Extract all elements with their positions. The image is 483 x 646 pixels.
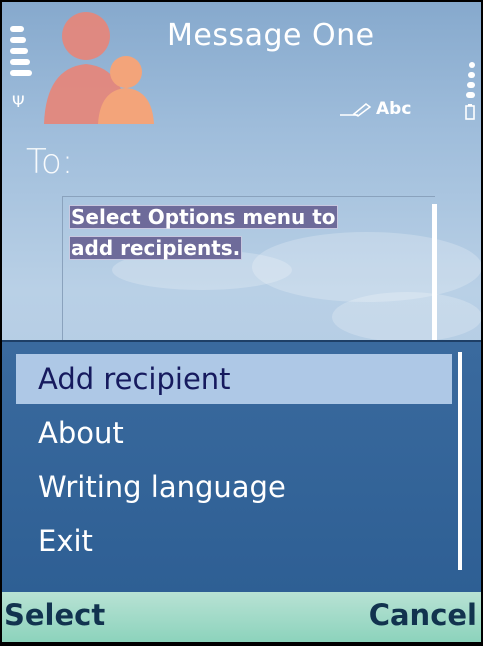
- battery-icon: [465, 62, 475, 122]
- menu-item-exit[interactable]: Exit: [16, 516, 452, 566]
- menu-scrollbar[interactable]: [458, 352, 462, 570]
- recipient-hint: Select Options menu to add recipients.: [69, 202, 338, 264]
- menu-item-label: Writing language: [38, 470, 286, 504]
- softkey-bar: Select Cancel: [2, 592, 481, 642]
- menu-item-add-recipient[interactable]: Add recipient: [16, 354, 452, 404]
- hint-line-2: add recipients.: [69, 236, 243, 260]
- contacts-icon: [44, 12, 154, 124]
- menu-item-label: About: [38, 416, 124, 450]
- select-softkey[interactable]: Select: [4, 598, 105, 632]
- phone-screen: Ψ Message One Abc To: Select Options men…: [2, 2, 481, 642]
- window-title: Message One: [167, 18, 375, 53]
- pen-input-icon: [340, 103, 372, 117]
- hint-line-1: Select Options menu to: [69, 205, 338, 229]
- input-mode-indicator: Abc: [340, 98, 411, 120]
- to-label: To:: [26, 142, 74, 182]
- menu-item-writing-language[interactable]: Writing language: [16, 462, 452, 512]
- menu-item-label: Exit: [38, 524, 93, 558]
- menu-item-about[interactable]: About: [16, 408, 452, 458]
- menu-item-label: Add recipient: [38, 362, 231, 396]
- input-mode-label: Abc: [376, 99, 412, 119]
- to-field-scrollbar[interactable]: [432, 204, 437, 346]
- antenna-icon: Ψ: [12, 92, 25, 111]
- cancel-softkey[interactable]: Cancel: [369, 598, 477, 632]
